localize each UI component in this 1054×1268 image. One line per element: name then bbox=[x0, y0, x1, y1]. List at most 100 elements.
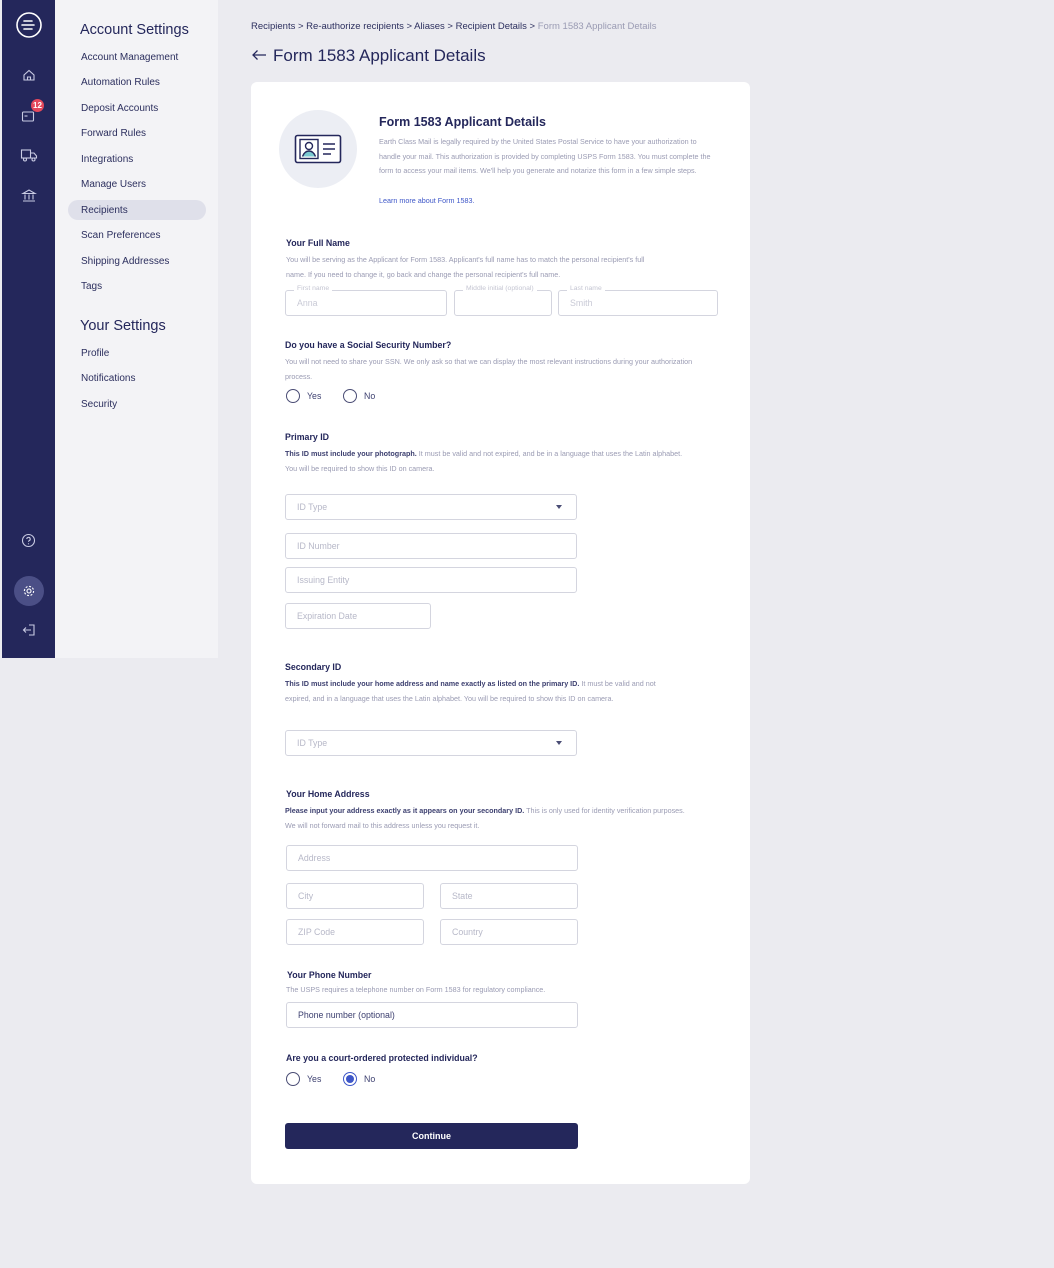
secondary-id-type-placeholder: ID Type bbox=[297, 738, 328, 748]
ssn-yes-radio[interactable] bbox=[286, 389, 300, 403]
primary-id-type-select[interactable]: ID Type bbox=[285, 494, 577, 520]
phone-title: Your Phone Number bbox=[287, 970, 372, 980]
ssn-yes-label: Yes bbox=[307, 391, 322, 401]
intro-text: Earth Class Mail is legally required by … bbox=[379, 137, 711, 175]
breadcrumb-current: Form 1583 Applicant Details bbox=[537, 21, 657, 32]
country-placeholder: Country bbox=[452, 927, 483, 937]
sidebar-item-manage-users[interactable]: Manage Users bbox=[68, 174, 206, 194]
zip-code-input[interactable]: ZIP Code bbox=[286, 919, 424, 945]
secondary-id-type-select[interactable]: ID Type bbox=[285, 730, 577, 756]
primary-id-desc: This ID must include your photograph. It… bbox=[285, 447, 685, 476]
state-placeholder: State bbox=[452, 891, 473, 901]
last-name-label: Last name bbox=[567, 285, 605, 292]
intro-title: Form 1583 Applicant Details bbox=[379, 115, 546, 129]
first-name-value: Anna bbox=[297, 298, 318, 308]
continue-button[interactable]: Continue bbox=[285, 1123, 578, 1149]
id-card-illustration bbox=[279, 110, 357, 188]
protected-yes-label: Yes bbox=[307, 1074, 322, 1084]
city-placeholder: City bbox=[298, 891, 314, 901]
sidebar-item-account-management[interactable]: Account Management bbox=[68, 47, 206, 67]
breadcrumb: Recipients > Re-authorize recipients > A… bbox=[251, 21, 657, 32]
ssn-title: Do you have a Social Security Number? bbox=[285, 340, 452, 350]
full-name-desc: You will be serving as the Applicant for… bbox=[286, 255, 645, 279]
zip-code-placeholder: ZIP Code bbox=[298, 927, 336, 937]
full-name-title: Your Full Name bbox=[286, 238, 350, 248]
settings-button[interactable] bbox=[2, 575, 55, 607]
expiration-date-input[interactable]: Expiration Date bbox=[285, 603, 431, 629]
protected-yes-option[interactable]: Yes bbox=[286, 1072, 321, 1086]
address-input[interactable]: Address bbox=[286, 845, 578, 871]
id-number-input[interactable]: ID Number bbox=[285, 533, 577, 559]
help-icon[interactable] bbox=[2, 527, 55, 553]
sidebar-item-recipients[interactable]: Recipients bbox=[68, 200, 206, 220]
phone-desc: The USPS requires a telephone number on … bbox=[286, 985, 546, 994]
sidebar-item-forward-rules[interactable]: Forward Rules bbox=[68, 123, 206, 143]
first-name-field[interactable]: First name Anna bbox=[285, 285, 447, 316]
middle-initial-field[interactable]: Middle initial (optional) bbox=[454, 285, 552, 316]
ssn-no-option[interactable]: No bbox=[343, 389, 375, 403]
ssn-desc: You will not need to share your SSN. We … bbox=[285, 357, 693, 381]
learn-more-link[interactable]: Learn more about Form 1583. bbox=[379, 196, 475, 205]
breadcrumb-trail[interactable]: Recipients > Re-authorize recipients > A… bbox=[251, 21, 535, 32]
sidebar-item-notifications[interactable]: Notifications bbox=[68, 368, 206, 388]
inbox-icon[interactable]: 12 bbox=[2, 99, 55, 128]
sidebar-item-integrations[interactable]: Integrations bbox=[68, 149, 206, 169]
sidebar-item-security[interactable]: Security bbox=[68, 394, 206, 414]
state-input[interactable]: State bbox=[440, 883, 578, 909]
protected-no-option[interactable]: No bbox=[343, 1072, 375, 1086]
truck-icon[interactable] bbox=[2, 142, 55, 168]
secondary-id-desc-bold: This ID must include your home address a… bbox=[285, 679, 580, 688]
settings-sidebar: Account Settings Account Management Auto… bbox=[55, 0, 218, 658]
sidebar-item-profile[interactable]: Profile bbox=[68, 343, 206, 363]
back-arrow-icon[interactable] bbox=[251, 46, 267, 66]
last-name-value: Smith bbox=[570, 298, 593, 308]
sidebar-item-shipping-addresses[interactable]: Shipping Addresses bbox=[68, 251, 206, 271]
issuing-entity-placeholder: Issuing Entity bbox=[297, 575, 350, 585]
protected-yes-radio[interactable] bbox=[286, 1072, 300, 1086]
protected-title: Are you a court-ordered protected indivi… bbox=[286, 1053, 478, 1063]
account-settings-heading: Account Settings bbox=[80, 22, 189, 38]
issuing-entity-input[interactable]: Issuing Entity bbox=[285, 567, 577, 593]
sidebar-item-scan-preferences[interactable]: Scan Preferences bbox=[68, 225, 206, 245]
id-card-icon bbox=[294, 134, 342, 164]
last-name-field[interactable]: Last name Smith bbox=[558, 285, 718, 316]
protected-no-radio[interactable] bbox=[343, 1072, 357, 1086]
secondary-id-title: Secondary ID bbox=[285, 662, 342, 672]
gear-icon bbox=[13, 576, 44, 606]
sidebar-item-deposit-accounts[interactable]: Deposit Accounts bbox=[68, 98, 206, 118]
home-address-desc-bold: Please input your address exactly as it … bbox=[285, 806, 525, 815]
ssn-no-radio[interactable] bbox=[343, 389, 357, 403]
address-placeholder: Address bbox=[298, 853, 331, 863]
chevron-down-icon bbox=[556, 505, 562, 509]
nav-rail: 12 bbox=[2, 0, 55, 658]
primary-id-title: Primary ID bbox=[285, 432, 330, 442]
primary-id-type-placeholder: ID Type bbox=[297, 502, 328, 512]
secondary-id-desc: This ID must include your home address a… bbox=[285, 677, 677, 706]
chevron-down-icon bbox=[556, 741, 562, 745]
country-input[interactable]: Country bbox=[440, 919, 578, 945]
id-number-placeholder: ID Number bbox=[297, 541, 340, 551]
home-address-title: Your Home Address bbox=[286, 789, 370, 799]
expiration-date-placeholder: Expiration Date bbox=[297, 611, 358, 621]
logo-icon[interactable] bbox=[2, 10, 55, 40]
city-input[interactable]: City bbox=[286, 883, 424, 909]
middle-initial-label: Middle initial (optional) bbox=[463, 285, 537, 292]
notification-badge: 12 bbox=[31, 99, 44, 112]
home-icon[interactable] bbox=[2, 62, 55, 88]
first-name-label: First name bbox=[294, 285, 333, 292]
logout-icon[interactable] bbox=[2, 617, 55, 643]
page-title: Form 1583 Applicant Details bbox=[273, 46, 486, 65]
protected-no-label: No bbox=[364, 1074, 376, 1084]
form-card: Form 1583 Applicant Details Earth Class … bbox=[251, 82, 750, 1184]
phone-input[interactable]: Phone number (optional) bbox=[286, 1002, 578, 1028]
home-address-desc: Please input your address exactly as it … bbox=[285, 804, 685, 833]
page-title-row: Form 1583 Applicant Details bbox=[251, 46, 486, 66]
sidebar-item-automation-rules[interactable]: Automation Rules bbox=[68, 72, 206, 92]
primary-id-desc-bold: This ID must include your photograph. bbox=[285, 449, 417, 458]
your-settings-heading: Your Settings bbox=[80, 318, 166, 334]
ssn-yes-option[interactable]: Yes bbox=[286, 389, 321, 403]
sidebar-item-tags[interactable]: Tags bbox=[68, 276, 206, 296]
ssn-no-label: No bbox=[364, 391, 376, 401]
bank-icon[interactable] bbox=[2, 182, 55, 208]
phone-placeholder: Phone number (optional) bbox=[298, 1010, 395, 1020]
